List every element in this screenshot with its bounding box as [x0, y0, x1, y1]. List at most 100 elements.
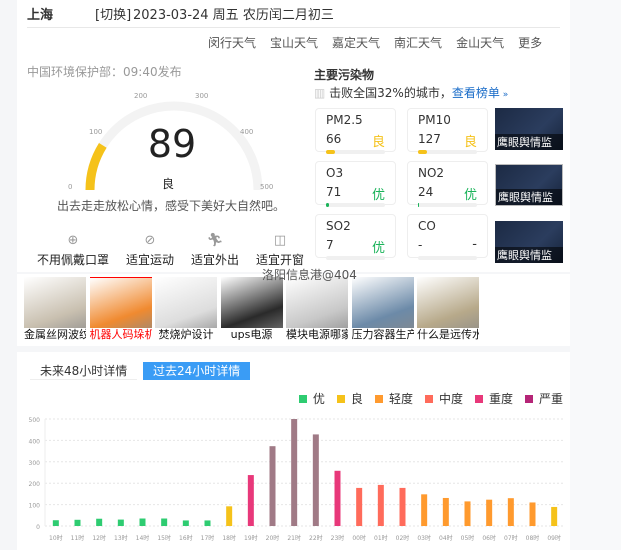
x-tick-label: 02时	[396, 534, 410, 542]
pollutant-card[interactable]: SO2 7 优	[315, 214, 396, 260]
image-ad-caption: 模块电源哪家	[286, 328, 348, 341]
bar-01时[interactable]	[377, 484, 384, 526]
ad-thumb-3[interactable]: 鹰眼舆情监	[495, 221, 563, 263]
legend-swatch	[474, 394, 483, 403]
pollutant-card[interactable]: O3 71 优	[315, 161, 396, 207]
gauge-tick-200: 200	[134, 92, 148, 100]
image-ad[interactable]: 机器人码垛机	[89, 277, 152, 341]
x-tick-label: 14时	[136, 534, 150, 542]
pollutant-name: PM10	[418, 113, 451, 127]
x-tick-label: 16时	[179, 534, 193, 542]
pollutant-name: PM2.5	[326, 113, 363, 127]
legend-swatch	[374, 394, 383, 403]
pollutant-card[interactable]: PM2.5 66 良	[315, 108, 396, 154]
tab-future-48h[interactable]: 未来48小时详情	[30, 362, 138, 380]
image-ad[interactable]: 压力容器生产	[351, 277, 414, 341]
bar-00时[interactable]	[356, 487, 363, 526]
pollutant-bar	[418, 203, 477, 207]
bar-16时[interactable]	[182, 520, 189, 526]
bar-20时[interactable]	[269, 446, 276, 526]
advice-label: 不用佩戴口罩	[37, 253, 110, 267]
pollutant-name: O3	[326, 166, 344, 180]
pollutant-bar	[418, 150, 477, 154]
bar-17时[interactable]	[204, 520, 211, 526]
x-tick-label: 17时	[201, 534, 215, 542]
running-icon: 🏃︎	[206, 233, 224, 248]
bar-22时[interactable]	[312, 434, 319, 526]
x-tick-label: 04时	[439, 534, 453, 542]
bar-19时[interactable]	[247, 475, 254, 526]
image-ad[interactable]: 模块电源哪家	[286, 277, 348, 341]
pollutant-card[interactable]: CO - -	[407, 214, 488, 260]
bar-06时[interactable]	[486, 499, 493, 526]
more-districts-link[interactable]: 更多	[518, 34, 542, 51]
y-tick-label: 400	[29, 438, 41, 445]
legend-swatch	[524, 394, 533, 403]
district-link-jinshan[interactable]: 金山天气	[456, 34, 504, 51]
bar-08时[interactable]	[529, 502, 536, 526]
x-tick-label: 07时	[504, 534, 518, 542]
y-tick-label: 300	[29, 460, 41, 467]
ad-thumb-2[interactable]: 鹰眼舆情监	[495, 164, 563, 206]
bar-02时[interactable]	[399, 487, 406, 526]
tab-past-24h[interactable]: 过去24小时详情	[143, 362, 251, 380]
image-ad-caption: ups电源	[220, 328, 283, 341]
pollutant-bar-fill	[418, 203, 420, 207]
view-ranking-link[interactable]: 查看榜单	[452, 86, 500, 100]
bar-07时[interactable]	[507, 498, 514, 526]
pollutant-value: 7	[326, 238, 334, 252]
image-ad-caption: 压力容器生产	[351, 328, 414, 341]
bar-13时[interactable]	[117, 519, 124, 526]
bar-23时[interactable]	[334, 470, 341, 526]
image-ad[interactable]: 什么是远传水	[417, 277, 479, 341]
pollutant-name: CO	[418, 219, 436, 233]
advice-window: ◫ 适宜开窗	[244, 233, 316, 268]
divider	[27, 27, 560, 28]
bar-11时[interactable]	[74, 519, 81, 526]
advice-label: 适宜运动	[125, 253, 174, 267]
image-ad[interactable]: 焚烧炉设计	[155, 277, 217, 341]
ball-icon: ⊘	[144, 233, 156, 248]
advice-label: 适宜外出	[190, 253, 239, 267]
district-link-nanhui[interactable]: 南汇天气	[394, 34, 442, 51]
window-icon: ◫	[273, 233, 287, 248]
aqi-value: 89	[147, 122, 197, 166]
ad-thumb-caption: 鹰眼舆情监	[496, 189, 562, 205]
image-ad[interactable]: 金属丝网波纹	[24, 277, 86, 341]
ad-thumb-1[interactable]: 鹰眼舆情监	[495, 108, 563, 150]
bar-12时[interactable]	[96, 518, 103, 526]
district-link-jiading[interactable]: 嘉定天气	[332, 34, 380, 51]
bar-09时[interactable]	[551, 506, 558, 526]
pollutant-card[interactable]: PM10 127 良	[407, 108, 488, 154]
pollutant-bar-fill	[326, 203, 329, 207]
switch-city-link[interactable]: [切换]	[95, 4, 131, 23]
bar-14时[interactable]	[139, 518, 146, 526]
aqi-bar-chart: 0 100 200 300 400 500 10时 11时 12时 13时 14时 15时 16时 17时…	[29, 417, 565, 542]
x-tick-label: 05时	[461, 534, 475, 542]
advice-sport: ⊘ 适宜运动	[114, 233, 186, 268]
bar-18时[interactable]	[226, 506, 233, 526]
pollutant-card[interactable]: NO2 24 优	[407, 161, 488, 207]
right-sidebar	[570, 0, 621, 550]
bar-15时[interactable]	[161, 518, 168, 526]
x-tick-label: 19时	[244, 534, 258, 542]
bar-05时[interactable]	[464, 501, 471, 526]
bar-21时[interactable]	[291, 419, 298, 526]
bar-10时[interactable]	[52, 520, 59, 526]
x-tick-label: 12时	[92, 534, 106, 542]
city-name: 上海	[27, 8, 54, 23]
bar-04时[interactable]	[442, 497, 449, 526]
district-link-baoshan[interactable]: 宝山天气	[270, 34, 318, 51]
ad-thumb-caption: 鹰眼舆情监	[495, 134, 563, 150]
pollutant-level: 优	[371, 188, 385, 203]
x-tick-label: 23时	[331, 534, 345, 542]
date-line: 2023-03-24 周五 农历闰二月初三	[133, 8, 334, 23]
x-tick-label: 10时	[49, 534, 63, 542]
pollutant-value: 71	[326, 185, 342, 199]
y-tick-label: 100	[29, 503, 41, 510]
bar-03时[interactable]	[421, 494, 428, 526]
pollutant-name: NO2	[418, 166, 445, 180]
district-link-minhang[interactable]: 闵行天气	[208, 34, 256, 51]
aqi-advice: 出去走走放松心情，感受下美好大自然吧。	[57, 199, 286, 213]
image-ad[interactable]: ups电源	[220, 277, 283, 341]
